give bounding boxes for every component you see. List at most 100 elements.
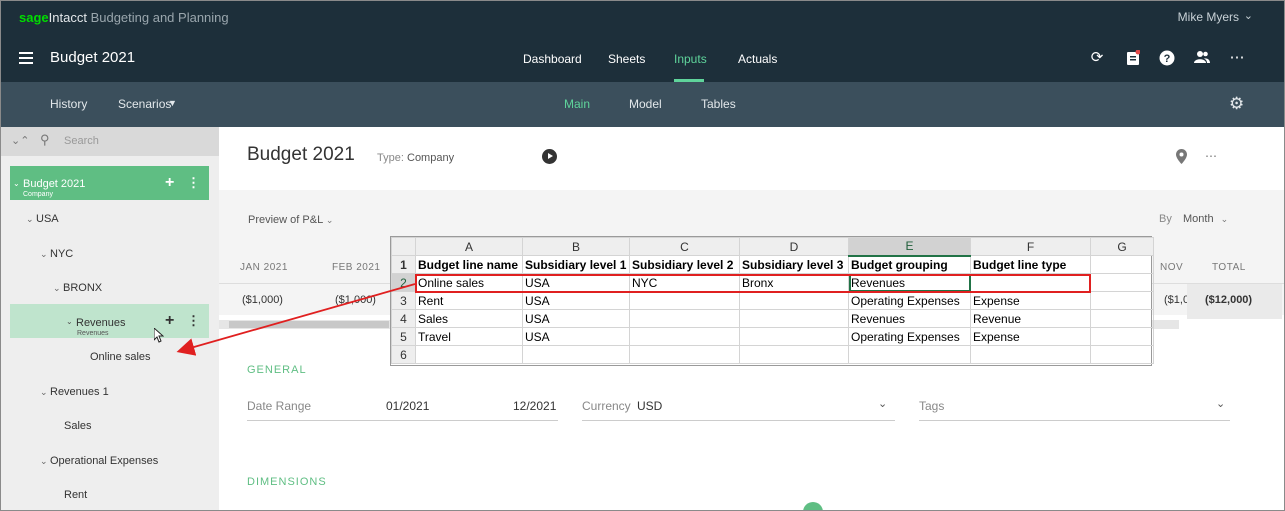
chevron-down-icon[interactable]: ⌄ bbox=[13, 179, 20, 188]
table-cell[interactable]: Operating Expenses bbox=[848, 327, 971, 346]
row-number[interactable]: 6 bbox=[391, 345, 416, 364]
chevron-down-icon[interactable]: ⌄ bbox=[26, 214, 36, 225]
subnav-model[interactable]: Model bbox=[629, 97, 662, 111]
column-header[interactable]: C bbox=[629, 237, 740, 256]
table-cell[interactable] bbox=[522, 345, 630, 364]
table-cell[interactable]: Budget line name bbox=[415, 255, 523, 274]
row-number[interactable]: 2 bbox=[391, 273, 416, 292]
search-input[interactable]: Search bbox=[64, 135, 99, 147]
column-header[interactable]: E bbox=[848, 237, 971, 257]
table-cell[interactable] bbox=[1090, 273, 1154, 292]
chevron-down-icon[interactable]: ⌄ bbox=[40, 249, 50, 260]
date-to-field[interactable]: 12/2021 bbox=[513, 399, 556, 413]
table-cell[interactable] bbox=[415, 345, 523, 364]
table-cell[interactable]: Subsidiary level 1 bbox=[522, 255, 630, 274]
tree-node-operational-expenses[interactable]: ⌄ Operational Expenses bbox=[40, 455, 158, 467]
location-pin-icon[interactable] bbox=[1176, 149, 1187, 167]
more-options-icon[interactable]: ⋯ bbox=[1229, 50, 1245, 66]
nav-inputs[interactable]: Inputs bbox=[674, 52, 707, 66]
user-menu[interactable]: Mike Myers bbox=[1178, 10, 1239, 24]
table-cell[interactable]: Travel bbox=[415, 327, 523, 346]
table-cell[interactable]: Budget grouping bbox=[848, 255, 971, 274]
clipboard-notification-icon[interactable] bbox=[1125, 49, 1141, 66]
table-cell[interactable] bbox=[1090, 309, 1154, 328]
settings-gear-icon[interactable]: ⚙ bbox=[1229, 94, 1244, 114]
table-cell[interactable] bbox=[1090, 345, 1154, 364]
tree-root-budget-2021[interactable]: ⌄ Budget 2021 Company + ⋮ bbox=[10, 166, 209, 200]
row-number[interactable]: 3 bbox=[391, 291, 416, 310]
table-cell[interactable]: Expense bbox=[970, 327, 1091, 346]
table-cell[interactable] bbox=[970, 345, 1091, 364]
chevron-down-icon[interactable]: ⌄ bbox=[66, 317, 73, 326]
tree-node-nyc[interactable]: ⌄ NYC bbox=[40, 248, 73, 260]
column-header[interactable]: G bbox=[1090, 237, 1154, 256]
play-icon[interactable] bbox=[542, 149, 557, 164]
tree-node-revenues-1[interactable]: ⌄ Revenues 1 bbox=[40, 386, 109, 398]
table-cell[interactable] bbox=[739, 327, 849, 346]
users-icon[interactable] bbox=[1194, 50, 1210, 66]
chevron-down-icon[interactable]: ⌄ bbox=[40, 387, 50, 398]
tree-node-revenues[interactable]: ⌄ Revenues Revenues + ⋮ bbox=[10, 304, 209, 338]
nav-actuals[interactable]: Actuals bbox=[738, 52, 777, 66]
table-cell[interactable]: Budget line type bbox=[970, 255, 1091, 274]
table-cell[interactable] bbox=[1090, 291, 1154, 310]
help-icon[interactable]: ? bbox=[1159, 50, 1175, 66]
subnav-history[interactable]: History bbox=[50, 97, 87, 111]
table-cell[interactable] bbox=[739, 291, 849, 310]
sync-icon[interactable]: ⟳ bbox=[1089, 50, 1105, 66]
table-cell[interactable] bbox=[848, 345, 971, 364]
period-dropdown[interactable]: Month ⌄ bbox=[1183, 213, 1228, 225]
table-cell[interactable]: Sales bbox=[415, 309, 523, 328]
tree-node-bronx[interactable]: ⌄ BRONX bbox=[53, 282, 102, 294]
chevron-down-icon[interactable]: ⌄ bbox=[40, 456, 50, 467]
table-cell[interactable]: Revenue bbox=[970, 309, 1091, 328]
table-cell[interactable]: Expense bbox=[970, 291, 1091, 310]
row-number[interactable]: 1 bbox=[391, 255, 416, 274]
chevron-down-icon[interactable]: ⌄ bbox=[878, 397, 887, 410]
table-cell[interactable]: USA bbox=[522, 327, 630, 346]
chevron-down-icon[interactable]: ⌄ bbox=[1244, 9, 1253, 22]
currency-select[interactable]: USD bbox=[637, 399, 662, 413]
preview-dropdown[interactable]: Preview of P&L ⌄ bbox=[248, 214, 333, 226]
table-cell[interactable] bbox=[1090, 327, 1154, 346]
column-header[interactable]: B bbox=[522, 237, 630, 256]
add-node-button[interactable]: + bbox=[165, 312, 174, 330]
table-cell[interactable] bbox=[1090, 255, 1154, 274]
table-cell[interactable]: Subsidiary level 2 bbox=[629, 255, 740, 274]
subnav-scenarios[interactable]: Scenarios bbox=[118, 97, 171, 111]
add-node-button[interactable]: + bbox=[165, 174, 174, 192]
table-cell[interactable] bbox=[739, 345, 849, 364]
subnav-main[interactable]: Main bbox=[564, 97, 590, 111]
column-header[interactable]: A bbox=[415, 237, 523, 256]
chevron-down-icon[interactable]: ▼ bbox=[168, 98, 177, 108]
scrollbar-thumb[interactable] bbox=[229, 321, 389, 328]
floating-action-button[interactable] bbox=[803, 502, 823, 511]
node-menu-icon[interactable]: ⋮ bbox=[187, 175, 200, 191]
select-all-corner[interactable] bbox=[391, 237, 416, 256]
column-header[interactable]: D bbox=[739, 237, 849, 256]
date-from-field[interactable]: 01/2021 bbox=[386, 399, 429, 413]
tree-node-online-sales[interactable]: Online sales bbox=[90, 351, 151, 363]
tree-node-sales[interactable]: Sales bbox=[64, 420, 92, 432]
node-menu-icon[interactable]: ⋮ bbox=[187, 313, 200, 329]
tree-node-rent[interactable]: Rent bbox=[64, 489, 87, 501]
tags-underline[interactable] bbox=[919, 420, 1230, 421]
column-header[interactable]: F bbox=[970, 237, 1091, 256]
table-cell[interactable]: USA bbox=[522, 309, 630, 328]
more-options-icon[interactable]: ⋯ bbox=[1205, 149, 1217, 163]
table-cell[interactable]: Revenues bbox=[848, 309, 971, 328]
row-number[interactable]: 5 bbox=[391, 327, 416, 346]
table-cell[interactable] bbox=[629, 309, 740, 328]
chevron-down-icon[interactable]: ⌄ bbox=[1216, 397, 1225, 410]
table-cell[interactable]: Operating Expenses bbox=[848, 291, 971, 310]
nav-sheets[interactable]: Sheets bbox=[608, 52, 645, 66]
nav-dashboard[interactable]: Dashboard bbox=[523, 52, 582, 66]
table-cell[interactable] bbox=[629, 291, 740, 310]
table-cell[interactable]: Subsidiary level 3 bbox=[739, 255, 849, 274]
table-cell[interactable] bbox=[629, 345, 740, 364]
table-cell[interactable]: USA bbox=[522, 291, 630, 310]
collapse-all-icon[interactable]: ⌄⌃ bbox=[11, 134, 29, 147]
table-cell[interactable]: Rent bbox=[415, 291, 523, 310]
table-cell[interactable] bbox=[629, 327, 740, 346]
tree-node-usa[interactable]: ⌄ USA bbox=[26, 213, 59, 225]
